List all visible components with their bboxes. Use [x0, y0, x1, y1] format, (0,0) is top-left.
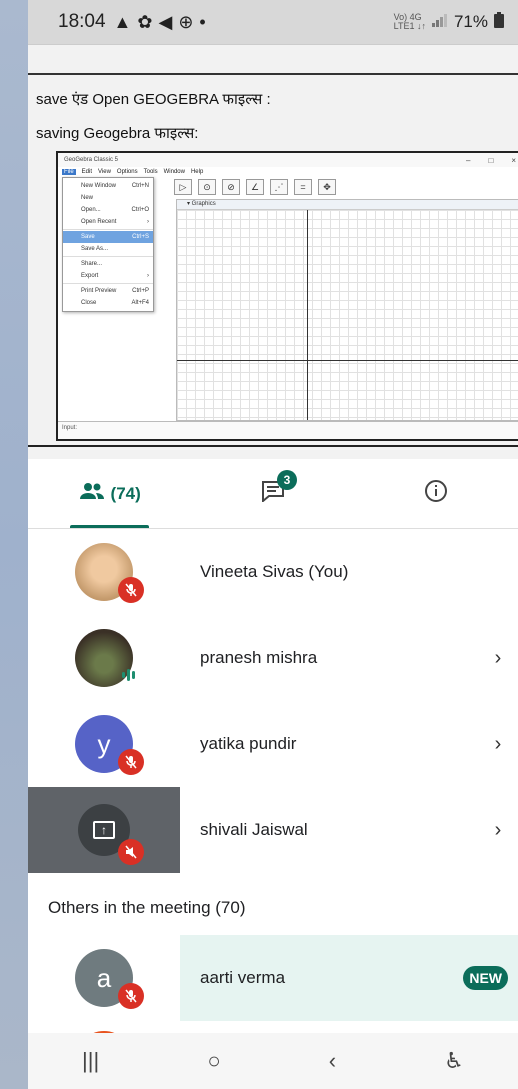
- chat-unread-badge: 3: [276, 470, 297, 490]
- menu-separator: [63, 256, 153, 257]
- menu-view: View: [98, 169, 111, 175]
- divider: [28, 73, 518, 75]
- geogebra-window: GeoGebra Classic 5 – □ × File Edit View Op…: [56, 151, 518, 441]
- people-count: (74): [110, 483, 141, 503]
- participant-name: shivali Jaiswal: [200, 820, 308, 839]
- shared-subheading: saving Geogebra फाइल्स:: [36, 125, 199, 142]
- tab-people[interactable]: (74): [28, 459, 191, 528]
- participant-name: pranesh mishra: [200, 648, 318, 667]
- menu-separator: [63, 283, 153, 284]
- warning-icon: ▲: [113, 11, 132, 32]
- move-view-tool-icon: ✥: [318, 179, 336, 195]
- status-bar: 18:04 ▲ ✿ ◀ ⊕ • Vo) 4G LTE1 ↓↑ 71%: [28, 0, 518, 44]
- angle-tool-icon: ∠: [246, 179, 264, 195]
- participant-row[interactable]: Vineeta Sivas (You): [28, 529, 518, 615]
- minimize-icon: –: [466, 155, 471, 165]
- menu-item-new-window: New Window Ctrl+N: [81, 183, 149, 189]
- mic-muted-icon: [118, 839, 144, 865]
- vpn-icon: ⊕: [178, 11, 194, 32]
- menu-item-open-recent: Open Recent ›: [81, 219, 149, 225]
- move-tool-icon: ▷: [174, 179, 192, 195]
- new-badge: NEW: [463, 966, 508, 990]
- location-icon: ◀: [158, 11, 173, 32]
- dot-icon: •: [199, 11, 206, 32]
- participant-name: yatika pundir: [200, 734, 297, 753]
- menu-item-save: Save Ctrl+S: [63, 231, 153, 243]
- menu-item-share: Share...: [81, 261, 103, 267]
- participant-name: Vineeta Sivas (You): [200, 562, 349, 581]
- participant-row[interactable]: pranesh mishra ›: [28, 615, 518, 701]
- slider-tool-icon: =: [294, 179, 312, 195]
- maximize-icon: □: [488, 155, 494, 165]
- x-axis: [177, 360, 518, 361]
- phone-screen: 18:04 ▲ ✿ ◀ ⊕ • Vo) 4G LTE1 ↓↑ 71% save …: [28, 0, 518, 1089]
- menu-item-export: Export ›: [81, 273, 149, 279]
- file-menu-dropdown: New Window Ctrl+N New Open... Ctrl+O Open …: [62, 177, 154, 312]
- status-right: Vo) 4G LTE1 ↓↑ 71%: [393, 11, 504, 33]
- battery-level: 71%: [453, 12, 488, 31]
- chevron-right-icon[interactable]: ›: [478, 733, 518, 756]
- battery-icon: [494, 11, 504, 33]
- participant-row[interactable]: ↑ shivali Jaiswal ›: [28, 787, 518, 873]
- blurred-left-edge: [0, 0, 28, 1089]
- info-icon: [424, 479, 448, 508]
- chat-icon: 3: [261, 470, 297, 507]
- slope-tool-icon: ⋰: [270, 179, 288, 195]
- mic-muted-icon: [118, 577, 144, 603]
- menu-separator: [63, 229, 153, 230]
- status-time: 18:04: [58, 11, 106, 32]
- menu-edit: Edit: [81, 169, 93, 175]
- signal-icon: [431, 12, 448, 32]
- point-tool-icon: ⊙: [198, 179, 216, 195]
- menu-item-open: Open... Ctrl+O: [81, 207, 149, 213]
- speaking-indicator-icon: [122, 669, 135, 681]
- menu-options: Options: [116, 169, 138, 175]
- tab-chat[interactable]: 3: [191, 459, 354, 528]
- menu-tools: Tools: [143, 169, 158, 175]
- menu-help: Help: [190, 169, 204, 175]
- tab-info[interactable]: [355, 459, 518, 528]
- mic-muted-icon: [118, 749, 144, 775]
- settings-icon: ✿: [137, 11, 153, 32]
- home-button[interactable]: ○: [207, 1048, 220, 1074]
- network-icon: Vo) 4G LTE1 ↓↑: [393, 12, 426, 31]
- participant-list: Vineeta Sivas (You) pranesh mishra › y y…: [28, 529, 518, 1089]
- chevron-right-icon[interactable]: ›: [478, 647, 518, 670]
- menu-file: File: [62, 169, 76, 175]
- shared-screen: save एंड Open GEOGEBRA फाइल्स : saving G…: [28, 44, 518, 459]
- menu-item-new: New: [81, 195, 94, 201]
- menu-item-close: Close Alt+F4: [81, 300, 149, 306]
- menu-item-save-as: Save As...: [81, 246, 109, 252]
- geogebra-titlebar: GeoGebra Classic 5 – □ ×: [58, 153, 518, 167]
- participant-row[interactable]: y yatika pundir ›: [28, 701, 518, 787]
- shared-heading: save एंड Open GEOGEBRA फाइल्स :: [36, 91, 271, 108]
- close-icon: ×: [511, 155, 516, 165]
- y-axis: [307, 210, 308, 420]
- others-section-title: Others in the meeting (70): [48, 898, 246, 917]
- back-button[interactable]: ‹: [329, 1048, 336, 1074]
- line-tool-icon: ⊘: [222, 179, 240, 195]
- geogebra-input-bar: Input:: [58, 421, 518, 439]
- system-nav-bar: ||| ○ ‹ ♿: [28, 1033, 518, 1089]
- menu-item-print-preview: Print Preview Ctrl+P: [81, 288, 149, 294]
- geogebra-menubar: File Edit View Options Tools Window Help: [58, 167, 518, 177]
- people-icon: [79, 482, 105, 505]
- menu-window: Window: [163, 169, 185, 175]
- geogebra-graphics-view: ▾ Graphics: [176, 199, 518, 421]
- status-notification-icons: ▲ ✿ ◀ ⊕ •: [114, 12, 206, 33]
- accessibility-icon[interactable]: ♿: [444, 1048, 464, 1074]
- present-screen-icon: ↑: [93, 821, 115, 839]
- divider: [28, 445, 518, 447]
- participant-row[interactable]: a aarti verma NEW: [28, 935, 518, 1021]
- participant-name: aarti verma: [200, 968, 286, 987]
- mic-muted-icon: [118, 983, 144, 1009]
- chevron-right-icon[interactable]: ›: [478, 819, 518, 842]
- recent-apps-button[interactable]: |||: [82, 1048, 99, 1074]
- graphics-grid: [177, 210, 518, 420]
- active-tab-indicator: [70, 525, 150, 528]
- meeting-tabs: (74) 3: [28, 459, 518, 529]
